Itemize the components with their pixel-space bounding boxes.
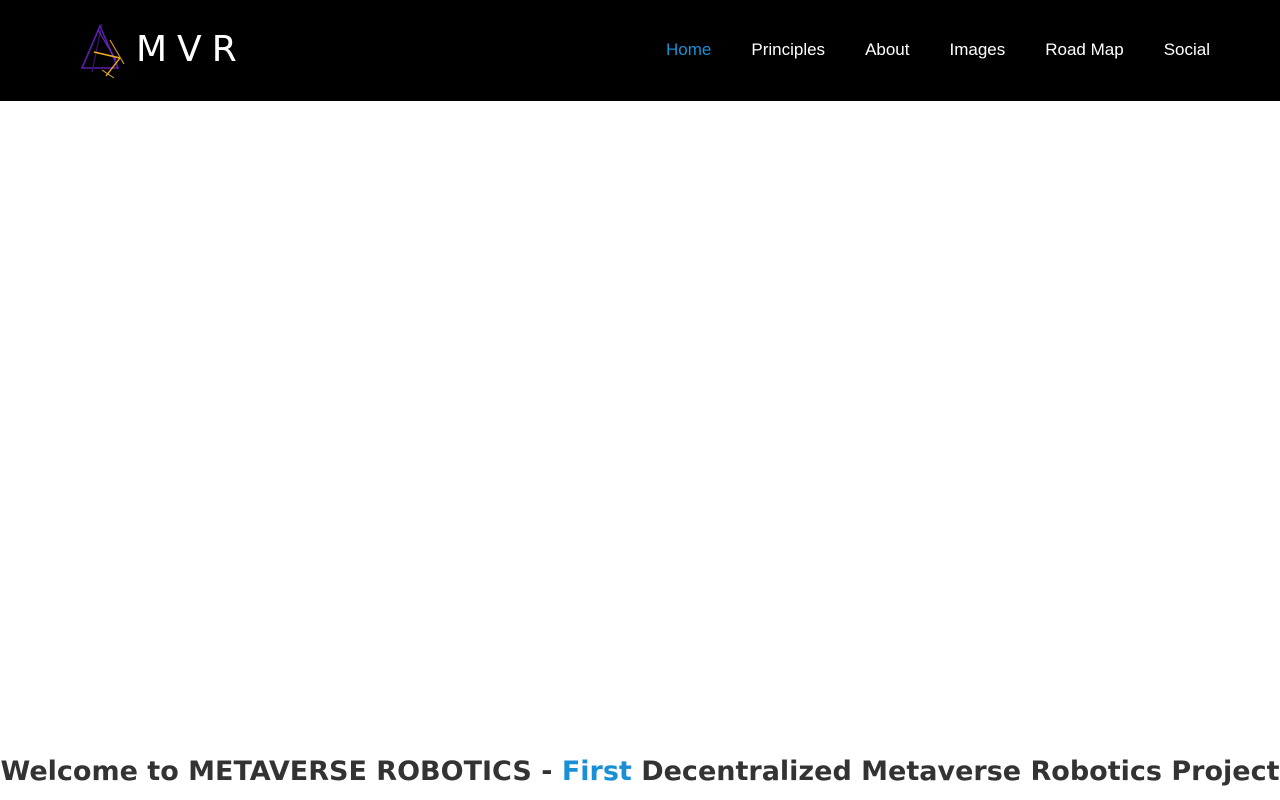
welcome-heading: Welcome to METAVERSE ROBOTICS - First De… <box>0 756 1280 787</box>
hero-section <box>0 101 1280 741</box>
nav-link-about[interactable]: About <box>865 40 909 59</box>
nav-link-principles[interactable]: Principles <box>751 40 825 59</box>
nav-link-social[interactable]: Social <box>1164 40 1210 59</box>
nav-link-home[interactable]: Home <box>666 40 711 59</box>
brand-home-link[interactable]: MVR <box>80 20 247 80</box>
welcome-suffix: Decentralized Metaverse Robotics Project <box>631 756 1280 787</box>
nav-item-principles: Principles <box>751 40 825 60</box>
nav-link-road-map[interactable]: Road Map <box>1045 40 1123 59</box>
welcome-accent: First <box>561 756 632 787</box>
nav-item-social: Social <box>1164 40 1210 60</box>
main-nav: Home Principles About Images Road Map So… <box>626 0 1210 100</box>
nav-item-about: About <box>865 40 909 60</box>
welcome-brand: METAVERSE ROBOTICS <box>188 756 532 787</box>
top-navbar: MVR Home Principles About Images Road Ma… <box>0 0 1280 101</box>
triangle-logo-icon <box>80 23 125 79</box>
nav-item-home: Home <box>666 40 711 60</box>
brand-name: MVR <box>136 29 247 70</box>
nav-item-road-map: Road Map <box>1045 40 1123 60</box>
welcome-prefix: Welcome to <box>0 756 189 787</box>
welcome-separator: - <box>531 756 562 787</box>
nav-item-images: Images <box>950 40 1006 60</box>
nav-link-images[interactable]: Images <box>950 40 1006 59</box>
